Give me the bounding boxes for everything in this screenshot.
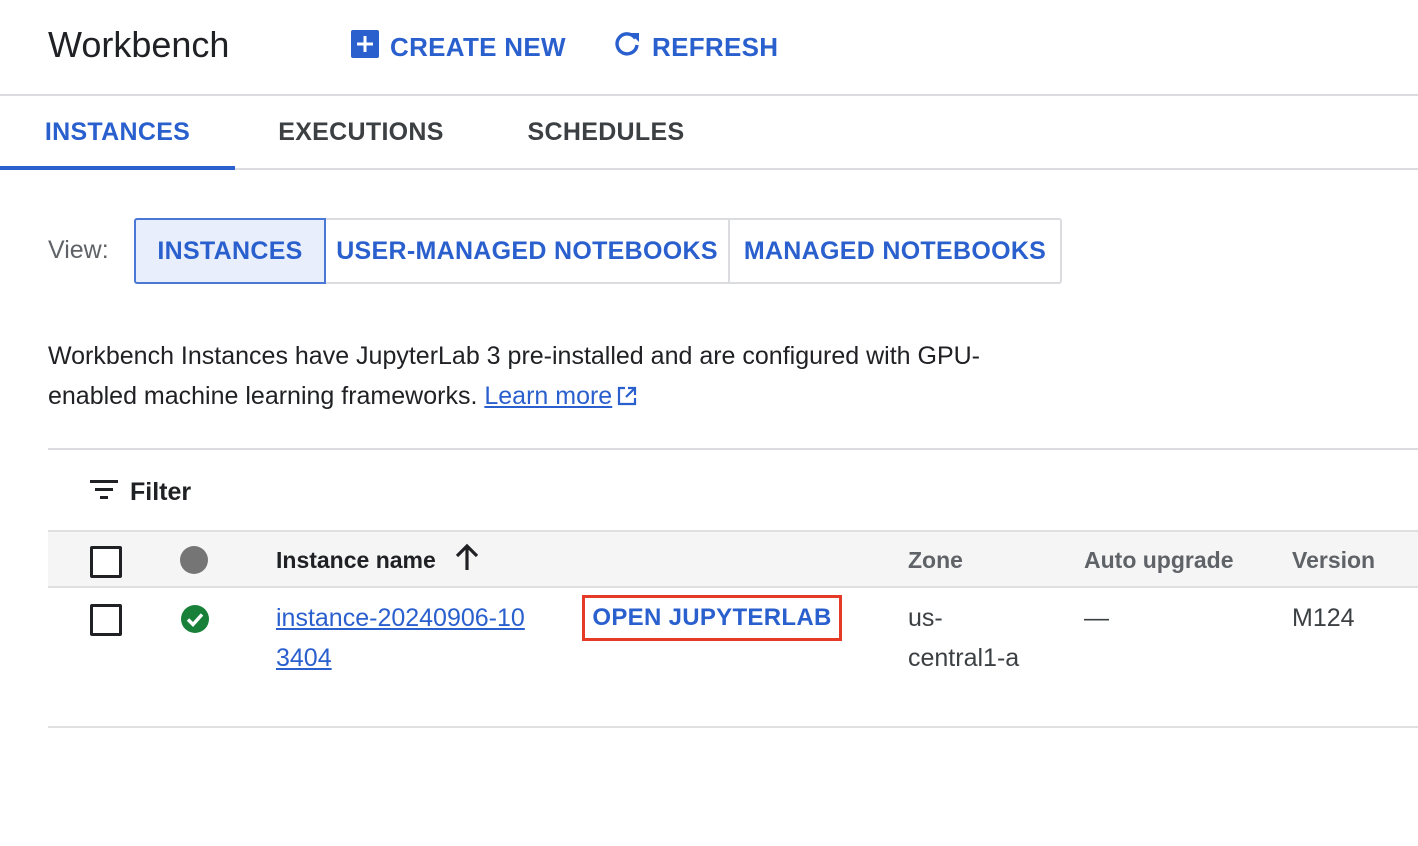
zone-cell: us-central1-a [908,604,1020,672]
filter-list-icon [90,478,118,507]
learn-more-label: Learn more [484,382,613,410]
select-all-checkbox[interactable] [90,546,122,578]
main-tabs: INSTANCES EXECUTIONS SCHEDULES [0,96,1418,170]
view-option-instances[interactable]: INSTANCES [134,218,326,284]
tab-schedules-label: SCHEDULES [527,117,685,146]
column-name-label: Instance name [276,546,436,573]
auto-upgrade-cell: — [1084,604,1109,632]
filter-label: Filter [130,477,192,506]
page-header: Workbench CREATE NEW REFRESH [0,0,1418,96]
version-cell: M124 [1292,604,1355,632]
add-box-icon [350,29,380,66]
workbench-page: Workbench CREATE NEW REFRESH INSTANCES E… [0,0,1418,846]
check-circle-icon [180,604,210,639]
column-header-instance-name[interactable]: Instance name [276,532,480,588]
refresh-label: REFRESH [652,31,779,62]
view-option-managed-notebooks[interactable]: MANAGED NOTEBOOKS [728,218,1062,284]
filter-button[interactable]: Filter [90,476,191,508]
tab-executions-label: EXECUTIONS [278,117,444,146]
tab-instances-label: INSTANCES [44,117,191,146]
create-new-button[interactable]: CREATE NEW [350,29,566,66]
status-column-icon [180,546,208,574]
refresh-button[interactable]: REFRESH [612,30,778,64]
table-header: Instance name Zone Auto upgrade Version [48,530,1418,588]
instance-name-link[interactable]: instance-20240906-103404 [276,598,526,678]
view-option-user-managed-notebooks[interactable]: USER-MANAGED NOTEBOOKS [324,218,730,284]
view-option-user-managed-label: USER-MANAGED NOTEBOOKS [336,236,718,265]
column-header-version: Version [1292,546,1376,573]
open-jupyterlab-button[interactable]: OPEN JUPYTERLAB [582,595,842,641]
arrow-up-icon [454,543,480,577]
view-option-managed-label: MANAGED NOTEBOOKS [743,236,1047,265]
external-link-icon [616,379,638,419]
column-header-zone: Zone [908,546,963,573]
column-header-auto-upgrade: Auto upgrade [1084,546,1234,573]
tab-schedules[interactable]: SCHEDULES [504,96,708,168]
view-option-instances-label: INSTANCES [157,236,303,265]
description-text: Workbench Instances have JupyterLab 3 pr… [48,336,1028,419]
learn-more-link[interactable]: Learn more [484,382,612,410]
active-tab-indicator [0,166,235,170]
refresh-icon [612,29,642,66]
filter-bar: Filter [48,448,1418,532]
tab-instances[interactable]: INSTANCES [0,96,235,168]
row-checkbox[interactable] [90,604,122,636]
table-row: instance-20240906-103404 OPEN JUPYTERLAB… [48,588,1418,728]
tab-executions[interactable]: EXECUTIONS [250,96,472,168]
page-title: Workbench [48,24,230,65]
create-new-label: CREATE NEW [390,31,566,62]
view-label: View: [48,236,109,264]
